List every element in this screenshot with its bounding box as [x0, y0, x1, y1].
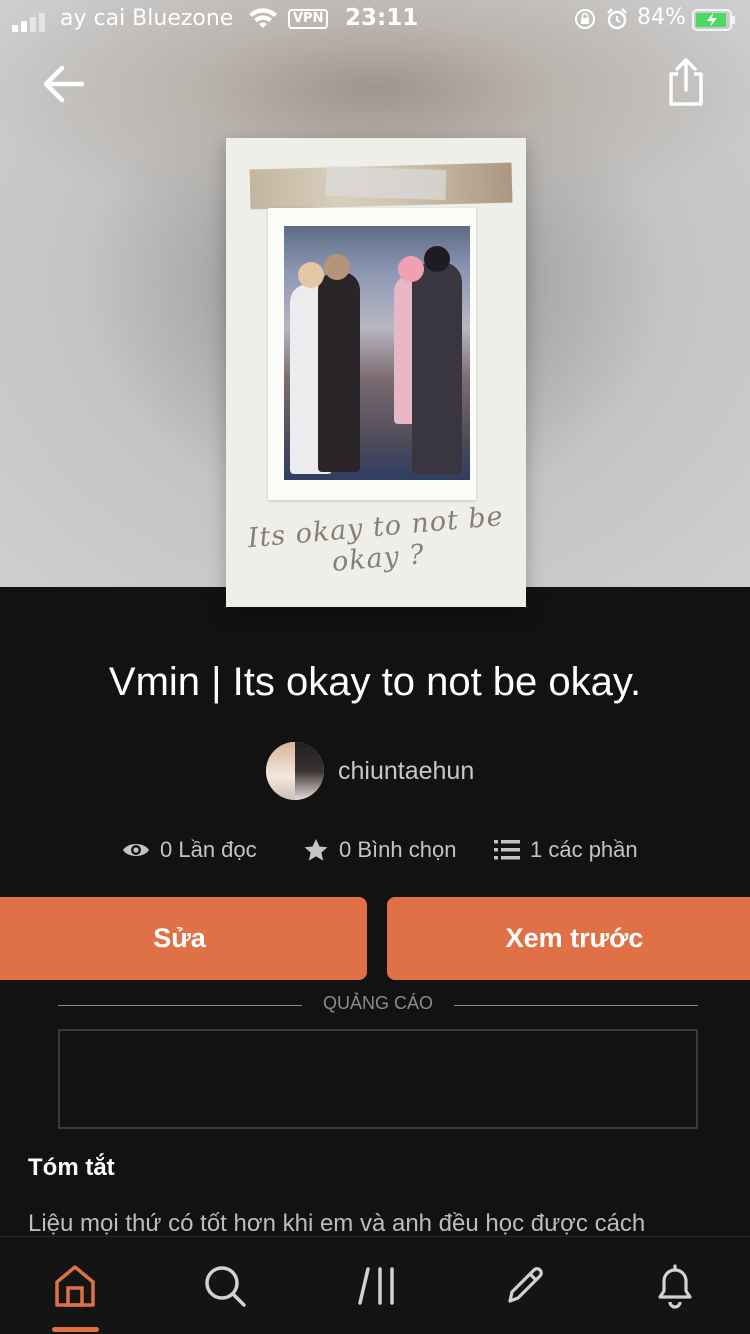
- search-icon[interactable]: [200, 1261, 250, 1311]
- summary-heading: Tóm tắt: [28, 1154, 115, 1181]
- star-icon: [304, 839, 328, 861]
- preview-button[interactable]: Xem trước: [387, 897, 750, 980]
- battery-percent: 84%: [637, 5, 686, 30]
- list-icon: [494, 840, 520, 860]
- summary-text: Liệu mọi thứ có tốt hơn khi em và anh đề…: [28, 1210, 646, 1237]
- stat-votes: 0 Bình chọn: [303, 832, 456, 868]
- notifications-icon[interactable]: [650, 1261, 700, 1311]
- alarm-icon: [607, 8, 627, 30]
- story-title: Vmin | Its okay to not be okay.: [108, 660, 642, 704]
- ad-slot[interactable]: [58, 1029, 698, 1129]
- battery-icon: [692, 9, 735, 31]
- author-name: chiuntaehun: [338, 756, 475, 785]
- signal-icon: [12, 10, 48, 32]
- share-button[interactable]: [660, 54, 712, 110]
- wifi-icon: [249, 8, 277, 28]
- stat-parts: 1 các phần: [494, 832, 638, 868]
- ad-label: QUẢNG CÁO: [322, 993, 433, 1013]
- rotation-lock-icon: [575, 9, 595, 29]
- parts-count: 1 các phần: [530, 837, 638, 862]
- avatar: [266, 742, 324, 800]
- ad-divider: QUẢNG CÁO: [58, 993, 698, 1017]
- clock: 23:11: [345, 5, 419, 31]
- votes-count: 0 Bình chọn: [339, 837, 457, 862]
- cover-polaroid: [268, 208, 476, 500]
- vpn-badge: VPN: [288, 9, 329, 29]
- story-cover: Its okay to not be okay ?: [226, 138, 526, 607]
- active-tab-indicator: [52, 1327, 99, 1332]
- edit-button[interactable]: Sửa: [0, 897, 367, 980]
- author-profile-link[interactable]: chiuntaehun: [266, 742, 474, 800]
- home-icon[interactable]: [50, 1261, 100, 1311]
- eye-icon: [123, 844, 149, 856]
- cover-script-text: Its okay to not be okay ?: [246, 500, 505, 578]
- status-bar: ay cai Bluezone VPN 23:11 84%: [0, 0, 750, 42]
- library-icon[interactable]: [352, 1261, 402, 1311]
- story-stats: 0 Lần đọc 0 Bình chọn 1 các phần: [0, 832, 750, 868]
- bottom-tab-bar: [0, 1236, 750, 1334]
- stat-reads: 0 Lần đọc: [122, 832, 257, 868]
- back-button[interactable]: [38, 58, 90, 110]
- carrier-name: ay cai Bluezone: [60, 6, 234, 31]
- reads-count: 0 Lần đọc: [160, 837, 257, 862]
- write-icon[interactable]: [500, 1261, 550, 1311]
- cover-photo: [284, 226, 470, 480]
- cover-tape-clear: [325, 165, 447, 201]
